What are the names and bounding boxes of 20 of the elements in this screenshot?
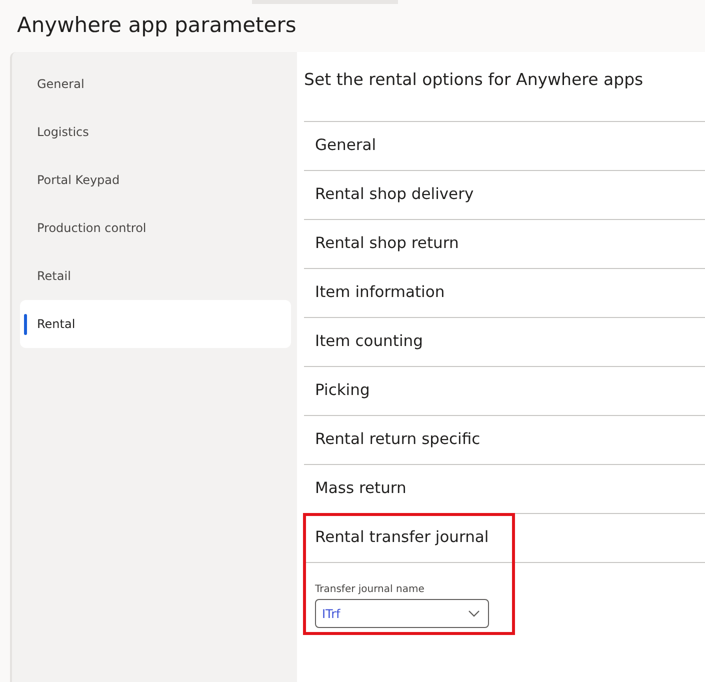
section-header[interactable]: Picking bbox=[304, 367, 705, 415]
sidebar-item[interactable]: General bbox=[20, 60, 291, 108]
section-header[interactable]: General bbox=[304, 122, 705, 170]
section-header[interactable]: Item information bbox=[304, 269, 705, 317]
sidebar-item[interactable]: Production control bbox=[20, 204, 291, 252]
sidebar-item[interactable]: Portal Keypad bbox=[20, 156, 291, 204]
sidebar-item[interactable]: Rental bbox=[20, 300, 291, 348]
field-label: Transfer journal name bbox=[315, 584, 424, 595]
chevron-down-icon bbox=[468, 610, 480, 617]
sidebar-item[interactable]: Logistics bbox=[20, 108, 291, 156]
sidebar-item[interactable]: Retail bbox=[20, 252, 291, 300]
section-header[interactable]: Mass return bbox=[304, 465, 705, 513]
section-header[interactable]: Rental transfer journal bbox=[304, 514, 705, 562]
section-header[interactable]: Rental shop return bbox=[304, 220, 705, 268]
dropdown-field[interactable]: ITrf bbox=[315, 599, 489, 628]
section-heading: Set the rental options for Anywhere apps bbox=[304, 69, 644, 91]
section-header[interactable]: Rental return specific bbox=[304, 416, 705, 464]
section-header[interactable]: Rental shop delivery bbox=[304, 171, 705, 219]
section-header[interactable]: Item counting bbox=[304, 318, 705, 366]
page-title: Anywhere app parameters bbox=[16, 12, 298, 39]
